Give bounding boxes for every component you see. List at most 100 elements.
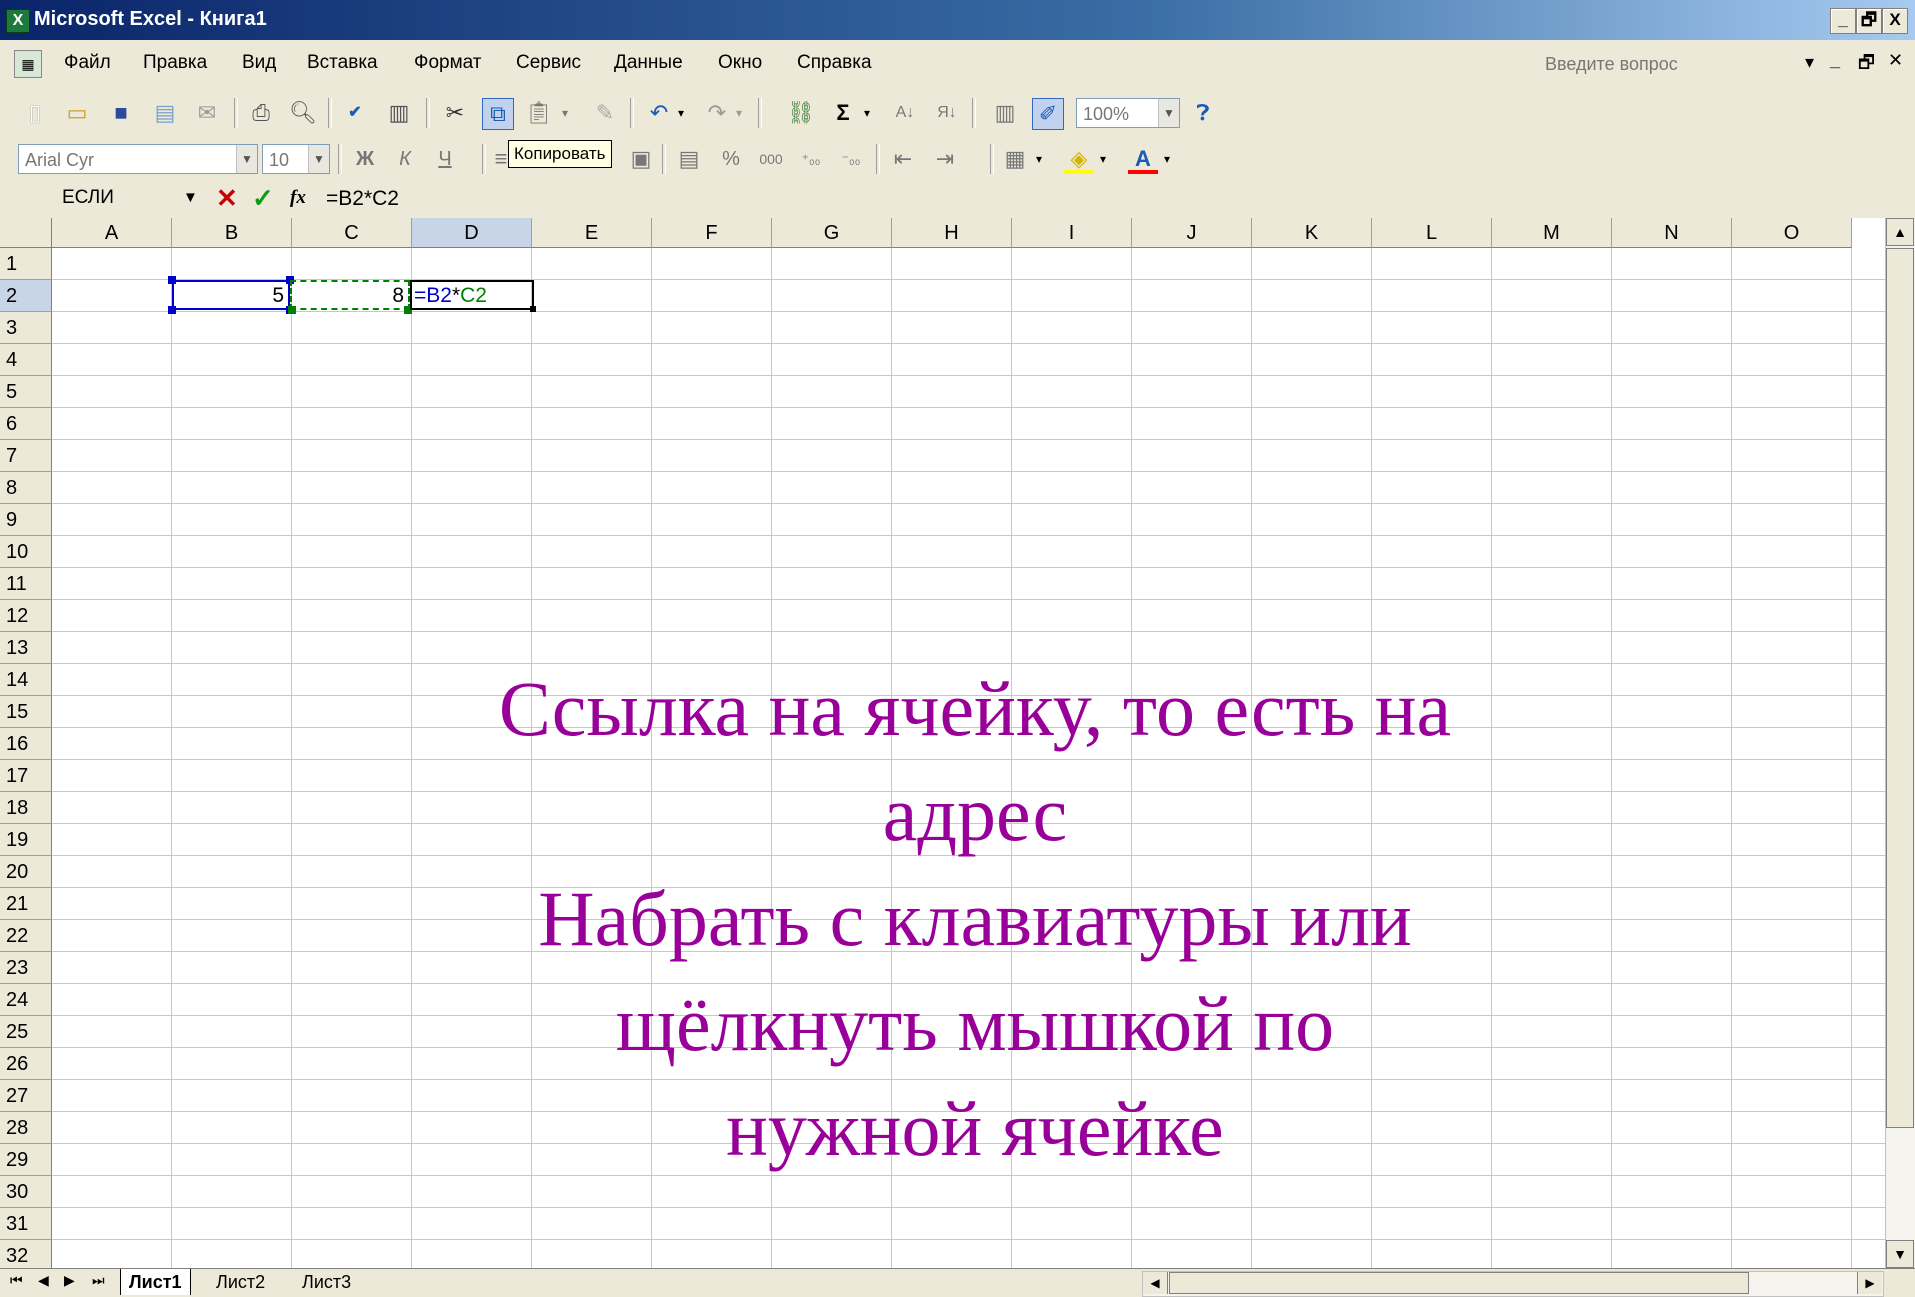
column-header-e[interactable]: E [532,218,652,248]
fill-color-icon[interactable]: ◈ [1064,144,1094,174]
decrease-indent-icon[interactable]: ⇤ [888,144,918,174]
row-header-30[interactable]: 30 [0,1176,52,1208]
minimize-button[interactable]: _ [1830,8,1856,34]
column-header-a[interactable]: A [52,218,172,248]
row-header-1[interactable]: 1 [0,248,52,280]
row-header-15[interactable]: 15 [0,696,52,728]
row-header-8[interactable]: 8 [0,472,52,504]
scroll-up-icon[interactable]: ▲ [1886,218,1914,246]
row-header-7[interactable]: 7 [0,440,52,472]
column-header-i[interactable]: I [1012,218,1132,248]
print-icon[interactable]: ⎙ [246,98,276,128]
row-header-24[interactable]: 24 [0,984,52,1016]
help-search-input[interactable]: Введите вопрос [1545,50,1785,78]
borders-icon[interactable]: ▦ [1000,144,1030,174]
row-header-18[interactable]: 18 [0,792,52,824]
save-icon[interactable]: ■ [106,98,136,128]
font-size-select[interactable]: 10 ▼ [262,144,330,174]
row-header-13[interactable]: 13 [0,632,52,664]
research-icon[interactable]: ▥ [384,98,414,128]
menu-help[interactable]: Справка [797,52,872,74]
menu-edit[interactable]: Правка [143,52,207,74]
maximize-button[interactable]: 🗗 [1856,8,1882,34]
percent-button[interactable]: % [716,144,746,174]
prev-sheet-icon[interactable]: ◀ [38,1272,49,1289]
scroll-right-icon[interactable]: ▶ [1857,1272,1882,1294]
column-header-o[interactable]: O [1732,218,1852,248]
paste-dropdown-icon[interactable]: ▾ [562,106,568,120]
vertical-scrollbar[interactable]: ▲ ▼ [1885,218,1915,1268]
row-header-11[interactable]: 11 [0,568,52,600]
scroll-thumb[interactable] [1886,248,1914,1128]
row-header-12[interactable]: 12 [0,600,52,632]
drawing-icon[interactable]: ✐ [1032,98,1064,130]
row-header-17[interactable]: 17 [0,760,52,792]
column-header-f[interactable]: F [652,218,772,248]
row-header-6[interactable]: 6 [0,408,52,440]
row-header-3[interactable]: 3 [0,312,52,344]
increase-indent-icon[interactable]: ⇥ [930,144,960,174]
decrease-decimal-icon[interactable]: ⁻₀₀ [836,144,866,174]
tab-sheet2[interactable]: Лист2 [208,1269,273,1295]
row-header-23[interactable]: 23 [0,952,52,984]
horizontal-scrollbar[interactable]: ◀ ▶ [1142,1271,1884,1297]
bold-button[interactable]: Ж [350,144,380,174]
scroll-thumb[interactable] [1169,1272,1749,1294]
row-header-16[interactable]: 16 [0,728,52,760]
redo-dropdown-icon[interactable]: ▾ [736,106,742,120]
row-header-25[interactable]: 25 [0,1016,52,1048]
redo-icon[interactable]: ↷ [702,98,732,128]
excel-icon[interactable]: X [6,9,30,33]
chevron-down-icon[interactable]: ▼ [1158,99,1179,127]
row-header-10[interactable]: 10 [0,536,52,568]
chevron-down-icon[interactable]: ▼ [308,145,329,173]
format-painter-icon[interactable]: ✎ [590,98,620,128]
select-all-corner[interactable] [0,218,52,248]
row-header-32[interactable]: 32 [0,1240,52,1268]
doc-minimize-button[interactable]: _ [1830,50,1840,71]
undo-dropdown-icon[interactable]: ▾ [678,106,684,120]
row-header-20[interactable]: 20 [0,856,52,888]
print-preview-icon[interactable]: 🔍︎ [288,98,318,128]
hyperlink-icon[interactable]: ⛓ [786,98,816,128]
menu-format[interactable]: Формат [414,52,482,74]
undo-icon[interactable]: ↶ [644,98,674,128]
column-header-b[interactable]: B [172,218,292,248]
row-header-2[interactable]: 2 [0,280,52,312]
menu-file[interactable]: Файл [64,52,111,74]
next-sheet-icon[interactable]: ▶ [64,1272,75,1289]
scroll-down-icon[interactable]: ▼ [1886,1240,1914,1268]
scroll-left-icon[interactable]: ◀ [1143,1272,1168,1294]
row-header-19[interactable]: 19 [0,824,52,856]
row-header-26[interactable]: 26 [0,1048,52,1080]
cell-b2[interactable]: 5 [176,282,284,310]
row-header-21[interactable]: 21 [0,888,52,920]
row-header-27[interactable]: 27 [0,1080,52,1112]
reference-handle[interactable] [168,276,176,284]
first-sheet-icon[interactable]: ⏮ [10,1272,23,1289]
menu-tools[interactable]: Сервис [516,52,581,74]
column-header-g[interactable]: G [772,218,892,248]
doc-restore-button[interactable]: 🗗 [1858,50,1875,80]
thousands-button[interactable]: 000 [756,144,786,174]
sort-descending-icon[interactable]: Я↓ [932,98,962,128]
menu-insert[interactable]: Вставка [307,52,378,74]
cut-icon[interactable]: ✂ [440,98,470,128]
enter-icon[interactable]: ✓ [252,183,274,214]
zoom-select[interactable]: 100% ▼ [1076,98,1180,128]
help-icon[interactable]: ❓︎ [1188,98,1218,128]
chart-wizard-icon[interactable]: ▥ [990,98,1020,128]
autosum-icon[interactable]: Σ [828,98,858,128]
row-header-22[interactable]: 22 [0,920,52,952]
row-header-28[interactable]: 28 [0,1112,52,1144]
row-header-14[interactable]: 14 [0,664,52,696]
increase-decimal-icon[interactable]: ⁺₀₀ [796,144,826,174]
fill-color-dropdown-icon[interactable]: ▾ [1100,152,1106,166]
column-header-n[interactable]: N [1612,218,1732,248]
document-icon[interactable]: ▦ [14,50,42,78]
formula-input[interactable]: =B2*C2 [326,187,399,211]
column-header-l[interactable]: L [1372,218,1492,248]
font-select[interactable]: Arial Cyr ▼ [18,144,258,174]
underline-button[interactable]: Ч [430,144,460,174]
help-dropdown-icon[interactable]: ▾ [1805,52,1814,73]
